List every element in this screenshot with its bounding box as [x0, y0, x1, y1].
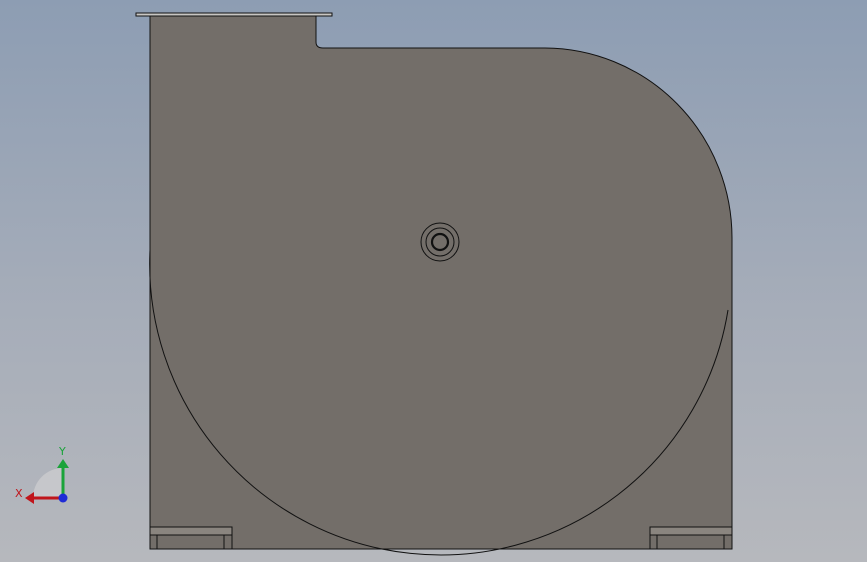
- left-mounting-foot[interactable]: [149, 526, 233, 550]
- y-axis-label: Y: [58, 445, 66, 458]
- fan-housing-body[interactable]: [149, 15, 733, 550]
- y-axis-arrowhead: [57, 459, 69, 468]
- x-axis-arrowhead: [25, 492, 34, 504]
- graphics-viewport[interactable]: Y X: [0, 0, 867, 562]
- orientation-triad: Y X: [15, 445, 69, 504]
- triad-quadrant-shade: [33, 468, 63, 498]
- model-view[interactable]: Y X: [0, 0, 867, 562]
- z-axis-dot: [58, 493, 68, 503]
- right-mounting-foot[interactable]: [649, 526, 733, 550]
- x-axis-label: X: [15, 487, 23, 500]
